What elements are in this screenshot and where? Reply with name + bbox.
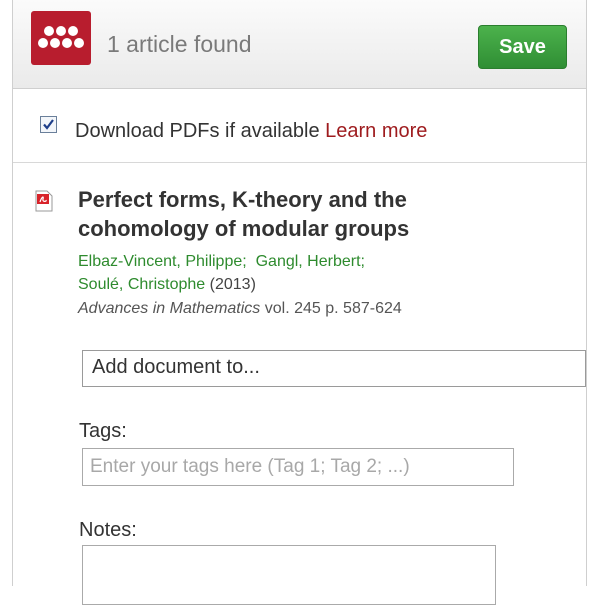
article-title: Perfect forms, K-theory and the cohomolo… (78, 187, 410, 241)
tags-label: Tags: (79, 420, 127, 442)
download-pdfs-checkbox[interactable] (40, 116, 57, 133)
article-source: Advances in Mathematics vol. 245 p. 587-… (78, 300, 402, 318)
author-link[interactable]: Elbaz-Vincent, Philippe; (78, 253, 247, 270)
notes-label: Notes: (79, 519, 137, 541)
journal-name: Advances in Mathematics (78, 300, 261, 317)
download-pdfs-label: Download PDFs if available Learn more (75, 120, 427, 143)
download-pdfs-option: Download PDFs if available Learn more (13, 88, 586, 163)
add-document-to-dropdown[interactable]: Add document to... (82, 350, 586, 387)
author-link[interactable]: Soulé, Christophe (78, 276, 205, 293)
article-authors: Elbaz-Vincent, Philippe; Gangl, Herbert;… (78, 250, 498, 296)
panel-header: 1 article found Save (13, 0, 586, 89)
mendeley-logo-icon (31, 11, 91, 65)
publication-year: (2013) (209, 276, 256, 293)
checkmark-icon (43, 119, 54, 130)
save-button[interactable]: Save (478, 25, 567, 69)
tags-input[interactable] (82, 448, 514, 486)
author-link[interactable]: Gangl, Herbert; (256, 253, 365, 270)
volume-pages: vol. 245 p. 587-624 (264, 300, 402, 317)
notes-textarea[interactable] (82, 545, 496, 605)
save-to-mendeley-panel: 1 article found Save Download PDFs if av… (12, 0, 587, 605)
pdf-icon (35, 190, 53, 212)
learn-more-link[interactable]: Learn more (325, 120, 427, 142)
results-count: 1 article found (107, 31, 252, 57)
download-pdfs-text: Download PDFs if available (75, 120, 320, 142)
